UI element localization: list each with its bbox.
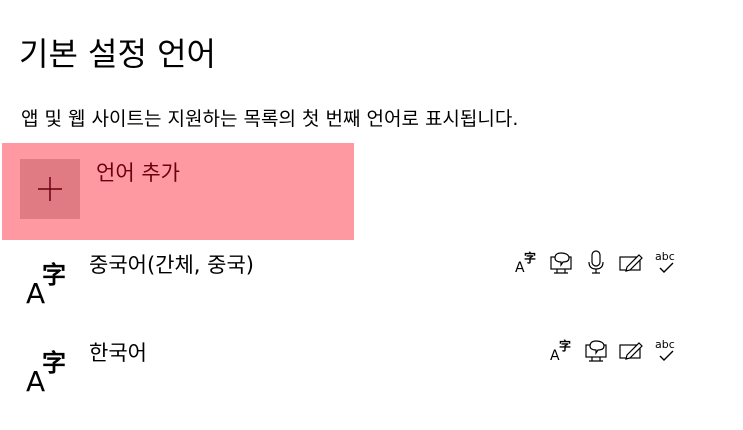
language-glyph-cjk: 字 <box>42 261 66 289</box>
language-item-korean[interactable]: A 字 한국어 A 字 abc <box>0 335 743 415</box>
page-description: 앱 및 웹 사이트는 지원하는 목록의 첫 번째 언어로 표시됩니다. <box>21 108 519 130</box>
language-icon: A 字 <box>26 261 66 307</box>
language-icon: A 字 <box>26 349 66 395</box>
add-language-tile <box>20 159 80 219</box>
add-language-button[interactable]: 언어 추가 <box>2 143 354 240</box>
language-pack-glyph-cjk: 字 <box>559 338 571 353</box>
spell-check-text: abc <box>655 338 675 351</box>
language-name: 한국어 <box>89 341 147 365</box>
spell-check-icon: abc <box>654 249 679 275</box>
text-to-speech-icon <box>549 249 574 275</box>
spell-check-icon: abc <box>654 337 679 363</box>
language-item-chinese[interactable]: A 字 중국어(간체, 중국) A 字 abc <box>0 247 743 327</box>
text-to-speech-icon <box>584 337 609 363</box>
add-language-label: 언어 추가 <box>96 161 180 185</box>
language-pack-icon: A 字 <box>549 337 574 363</box>
handwriting-icon <box>619 249 644 275</box>
language-pack-glyph-cjk: 字 <box>524 250 536 265</box>
language-glyph-cjk: 字 <box>42 349 66 377</box>
language-pack-icon: A 字 <box>514 249 539 275</box>
speech-recognition-icon <box>584 249 609 275</box>
language-name: 중국어(간체, 중국) <box>89 253 254 277</box>
language-features: A 字 abc <box>514 249 679 275</box>
page-title: 기본 설정 언어 <box>19 35 216 73</box>
handwriting-icon <box>619 337 644 363</box>
language-features: A 字 abc <box>549 337 679 363</box>
spell-check-text: abc <box>655 250 675 263</box>
plus-icon <box>38 177 62 201</box>
